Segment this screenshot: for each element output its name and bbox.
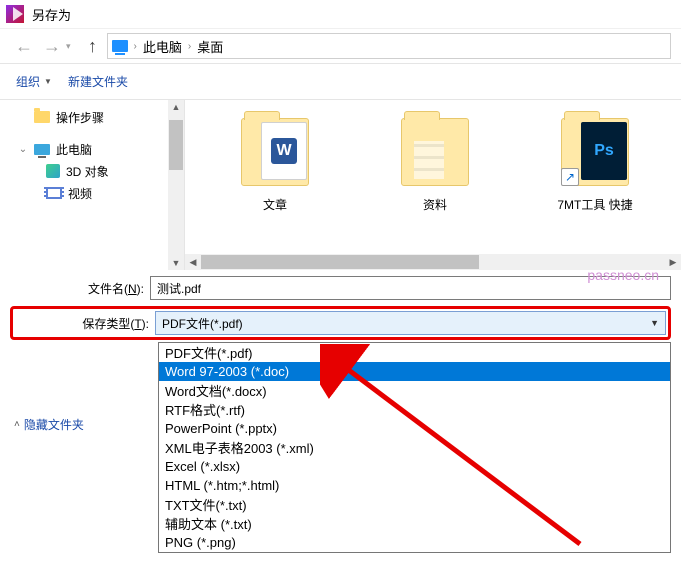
savetype-row: 保存类型(T): PDF文件(*.pdf) ▼: [15, 311, 666, 335]
pc-icon: [34, 144, 50, 155]
breadcrumb-root[interactable]: 此电脑: [143, 37, 182, 56]
file-label: 资料: [423, 196, 447, 213]
tree-node-3d[interactable]: 3D 对象: [30, 160, 184, 182]
savetype-combobox[interactable]: PDF文件(*.pdf) ▼: [155, 311, 666, 335]
scroll-left-icon[interactable]: ◀: [185, 257, 201, 268]
chevron-up-icon: ˄: [14, 419, 20, 430]
tree-label: 操作步骤: [56, 109, 104, 126]
scroll-thumb[interactable]: [201, 255, 479, 269]
folder-icon: [34, 111, 50, 123]
history-dropdown-icon[interactable]: ▾: [66, 41, 71, 52]
tree-node-video[interactable]: 视频: [30, 182, 184, 204]
breadcrumb-folder[interactable]: 桌面: [197, 37, 223, 56]
scroll-right-icon[interactable]: ▶: [665, 257, 681, 268]
pc-icon: [112, 40, 128, 52]
forward-button[interactable]: →: [38, 32, 66, 60]
up-button[interactable]: ↑: [79, 32, 107, 60]
option-pdf[interactable]: PDF文件(*.pdf): [159, 343, 670, 362]
filename-row: 文件名(N): 测试.pdf: [10, 276, 671, 300]
toolbar: 组织 ▼ 新建文件夹: [0, 64, 681, 100]
app-icon: [6, 5, 24, 23]
option-xml[interactable]: XML电子表格2003 (*.xml): [159, 438, 670, 457]
tree-label: 此电脑: [56, 141, 92, 158]
organize-label: 组织: [16, 73, 40, 90]
new-folder-button[interactable]: 新建文件夹: [64, 71, 132, 92]
tree-node-steps[interactable]: 操作步骤: [18, 106, 184, 128]
option-txt[interactable]: TXT文件(*.txt): [159, 495, 670, 514]
nav-row: ← → ▾ ↑ › 此电脑 › 桌面: [0, 28, 681, 64]
chevron-down-icon: ▼: [650, 318, 659, 328]
option-aux-txt[interactable]: 辅助文本 (*.txt): [159, 514, 670, 533]
dialog-body: 操作步骤 ⌄ 此电脑 3D 对象 视频 ▲ ▼: [0, 100, 681, 270]
option-xlsx[interactable]: Excel (*.xlsx): [159, 457, 670, 476]
savetype-label: 保存类型(T):: [15, 315, 155, 332]
folder-thumb: Ps ↗: [555, 112, 635, 192]
filename-label: 文件名(N):: [10, 280, 150, 297]
scroll-down-icon[interactable]: ▼: [172, 256, 181, 270]
organize-button[interactable]: 组织 ▼: [12, 71, 56, 92]
file-item[interactable]: Ps ↗ 7MT工具 快捷: [545, 112, 645, 213]
chevron-down-icon: ▼: [44, 77, 52, 86]
hide-folders-label: 隐藏文件夹: [24, 416, 84, 433]
bottom-panel: 文件名(N): 测试.pdf 保存类型(T): PDF文件(*.pdf) ▼ P…: [0, 270, 681, 340]
file-pane[interactable]: W 文章 资料 Ps ↗ 7MT工具 快捷 ◀ ▶: [185, 100, 681, 270]
photoshop-icon: Ps: [581, 122, 627, 180]
savetype-value: PDF文件(*.pdf): [162, 315, 243, 332]
hide-folders-button[interactable]: ˄ 隐藏文件夹: [14, 416, 84, 433]
word-icon: W: [271, 138, 297, 164]
option-png[interactable]: PNG (*.png): [159, 533, 670, 552]
chevron-right-icon: ›: [188, 41, 191, 52]
option-docx[interactable]: Word文档(*.docx): [159, 381, 670, 400]
savetype-highlight: 保存类型(T): PDF文件(*.pdf) ▼: [10, 306, 671, 340]
option-html[interactable]: HTML (*.htm;*.html): [159, 476, 670, 495]
file-label: 7MT工具 快捷: [557, 196, 632, 213]
tree-scrollbar[interactable]: ▲ ▼: [168, 100, 184, 270]
shortcut-icon: ↗: [561, 168, 579, 186]
3d-icon: [46, 164, 60, 178]
window-title: 另存为: [32, 5, 71, 24]
option-doc[interactable]: Word 97-2003 (*.doc): [159, 362, 670, 381]
scroll-thumb[interactable]: [169, 120, 183, 170]
file-label: 文章: [263, 196, 287, 213]
collapse-icon[interactable]: ⌄: [18, 144, 28, 155]
folder-thumb: W: [235, 112, 315, 192]
nav-tree[interactable]: 操作步骤 ⌄ 此电脑 3D 对象 视频 ▲ ▼: [0, 100, 185, 270]
address-bar[interactable]: › 此电脑 › 桌面: [107, 33, 671, 59]
file-item[interactable]: 资料: [385, 112, 485, 213]
chevron-right-icon: ›: [134, 41, 137, 52]
scroll-up-icon[interactable]: ▲: [172, 100, 181, 114]
tree-node-pc[interactable]: ⌄ 此电脑: [18, 138, 184, 160]
watermark: passneo.cn: [587, 267, 659, 283]
file-item[interactable]: W 文章: [225, 112, 325, 213]
title-bar: 另存为: [0, 0, 681, 28]
video-icon: [46, 187, 62, 199]
back-button[interactable]: ←: [10, 32, 38, 60]
folder-thumb: [395, 112, 475, 192]
tree-label: 3D 对象: [66, 163, 109, 180]
tree-label: 视频: [68, 185, 92, 202]
new-folder-label: 新建文件夹: [68, 73, 128, 90]
option-pptx[interactable]: PowerPoint (*.pptx): [159, 419, 670, 438]
savetype-dropdown[interactable]: PDF文件(*.pdf) Word 97-2003 (*.doc) Word文档…: [158, 342, 671, 553]
option-rtf[interactable]: RTF格式(*.rtf): [159, 400, 670, 419]
